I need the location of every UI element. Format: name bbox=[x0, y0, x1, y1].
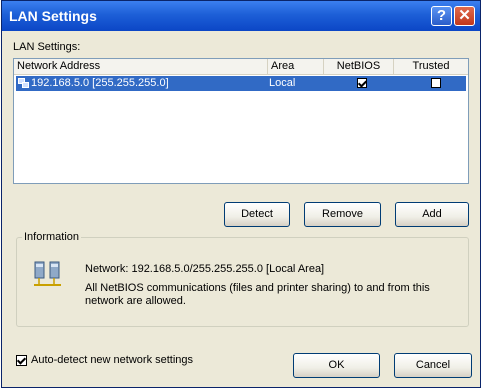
netbios-checkbox[interactable] bbox=[357, 78, 367, 88]
list-header: Network Address Area NetBIOS Trusted bbox=[14, 59, 468, 75]
netbios-info-text: All NetBIOS communications (files and pr… bbox=[85, 282, 430, 307]
auto-detect-label[interactable]: Auto-detect new network settings bbox=[31, 354, 193, 366]
column-trusted[interactable]: Trusted bbox=[394, 59, 468, 74]
remove-button[interactable]: Remove bbox=[304, 202, 381, 227]
add-button[interactable]: Add bbox=[395, 202, 469, 227]
network-address: 192.168.5.0 [255.255.255.0] bbox=[31, 77, 169, 89]
lan-settings-dialog: LAN Settings ? ✕ LAN Settings: Network A… bbox=[1, 0, 481, 388]
network-list[interactable]: Network Address Area NetBIOS Trusted 192… bbox=[13, 58, 469, 184]
network-area: Local bbox=[269, 77, 296, 89]
close-icon: ✕ bbox=[458, 7, 471, 24]
close-button[interactable]: ✕ bbox=[454, 6, 475, 26]
column-area[interactable]: Area bbox=[268, 59, 324, 74]
auto-detect-checkbox[interactable] bbox=[16, 355, 27, 366]
network-icon bbox=[18, 78, 29, 88]
title-bar[interactable]: LAN Settings ? ✕ bbox=[2, 1, 480, 31]
column-network-address[interactable]: Network Address bbox=[14, 59, 268, 74]
help-icon: ? bbox=[436, 7, 447, 24]
computers-icon bbox=[34, 261, 61, 286]
window-title: LAN Settings bbox=[9, 8, 97, 24]
detect-button[interactable]: Detect bbox=[224, 202, 290, 227]
information-legend: Information bbox=[22, 231, 82, 243]
trusted-checkbox[interactable] bbox=[431, 78, 441, 88]
help-button[interactable]: ? bbox=[431, 6, 452, 26]
ok-button[interactable]: OK bbox=[293, 353, 380, 378]
network-row[interactable]: 192.168.5.0 [255.255.255.0] Local bbox=[16, 76, 466, 91]
column-netbios[interactable]: NetBIOS bbox=[324, 59, 394, 74]
network-info-text: Network: 192.168.5.0/255.255.255.0 [Loca… bbox=[85, 263, 325, 275]
cancel-button[interactable]: Cancel bbox=[394, 353, 472, 378]
lan-settings-label: LAN Settings: bbox=[13, 41, 81, 53]
